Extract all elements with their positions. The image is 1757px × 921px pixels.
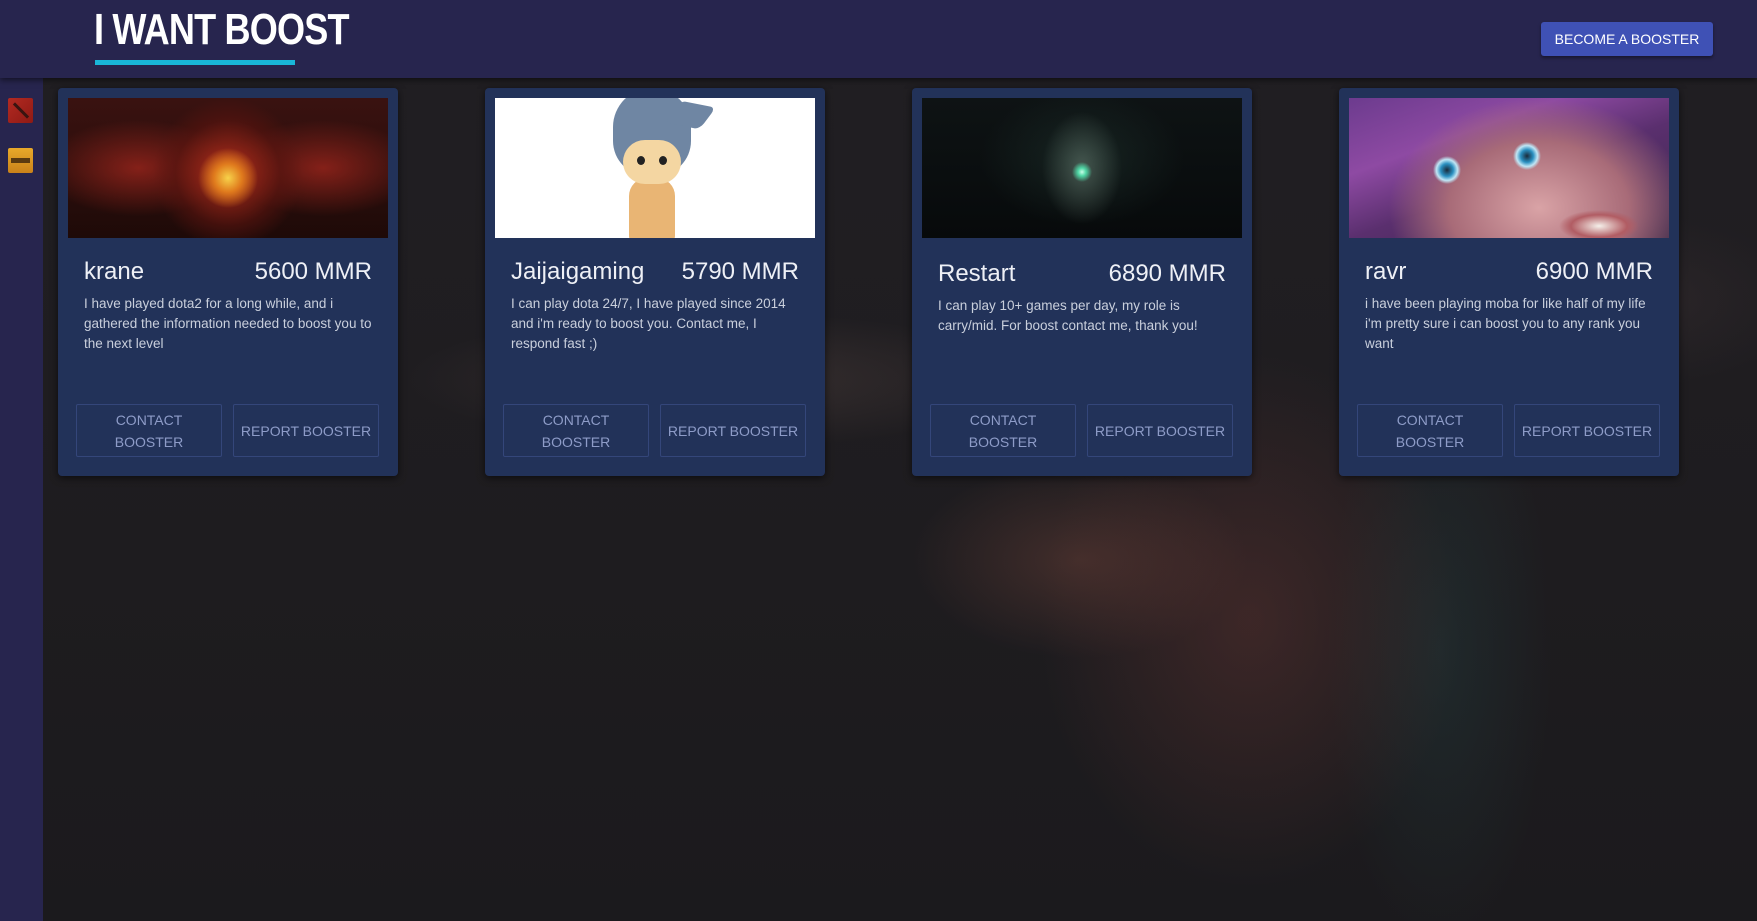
booster-avatar [68, 98, 388, 238]
cat-face [623, 140, 681, 184]
booster-description: I have played dota2 for a long while, an… [84, 296, 372, 351]
game-sidebar [0, 78, 43, 921]
booster-description: i have been playing moba for like half o… [1365, 296, 1646, 351]
site-logo[interactable]: I WANT BOOST [94, 6, 350, 54]
booster-name: Jaijaigaming [511, 258, 645, 285]
dota2-icon[interactable] [8, 98, 33, 123]
contact-booster-button[interactable]: CONTACT BOOSTER [76, 404, 222, 457]
shark-cat-image [495, 98, 815, 238]
booster-name: krane [84, 258, 145, 285]
booster-mmr: 5790 MMR [681, 258, 799, 285]
report-booster-button[interactable]: REPORT BOOSTER [1087, 404, 1233, 457]
csgo-icon[interactable] [8, 148, 33, 173]
booster-mmr: 6900 MMR [1535, 258, 1653, 285]
smiling-face-image [1349, 98, 1669, 238]
booster-mmr: 5600 MMR [254, 258, 372, 285]
booster-card: ravr 6900 MMR i have been playing moba f… [1339, 88, 1679, 476]
booster-mmr: 6890 MMR [1108, 260, 1226, 287]
booster-avatar [1349, 98, 1669, 238]
report-booster-button[interactable]: REPORT BOOSTER [1514, 404, 1660, 457]
booster-name: Restart [938, 260, 1016, 287]
contact-booster-button[interactable]: CONTACT BOOSTER [930, 404, 1076, 457]
report-booster-button[interactable]: REPORT BOOSTER [233, 404, 379, 457]
logo-underline [95, 60, 295, 65]
booster-description: I can play 10+ games per day, my role is… [938, 298, 1198, 333]
report-booster-button[interactable]: REPORT BOOSTER [660, 404, 806, 457]
cat-eye [659, 156, 667, 165]
demon-artwork-image [68, 98, 388, 238]
booster-avatar [922, 98, 1242, 238]
cat-eye [637, 156, 645, 165]
booster-avatar [495, 98, 815, 238]
masked-hero-image [922, 98, 1242, 238]
contact-booster-button[interactable]: CONTACT BOOSTER [503, 404, 649, 457]
booster-card: Restart 6890 MMR I can play 10+ games pe… [912, 88, 1252, 476]
top-bar: I WANT BOOST BECOME A BOOSTER [0, 0, 1757, 78]
booster-card: krane 5600 MMR I have played dota2 for a… [58, 88, 398, 476]
become-booster-button[interactable]: BECOME A BOOSTER [1541, 22, 1713, 56]
booster-name: ravr [1365, 258, 1407, 285]
contact-booster-button[interactable]: CONTACT BOOSTER [1357, 404, 1503, 457]
booster-description: I can play dota 24/7, I have played sinc… [511, 296, 786, 351]
page: I WANT BOOST BECOME A BOOSTER krane 5600… [0, 0, 1757, 921]
booster-card: Jaijaigaming 5790 MMR I can play dota 24… [485, 88, 825, 476]
cat-body [629, 178, 675, 238]
